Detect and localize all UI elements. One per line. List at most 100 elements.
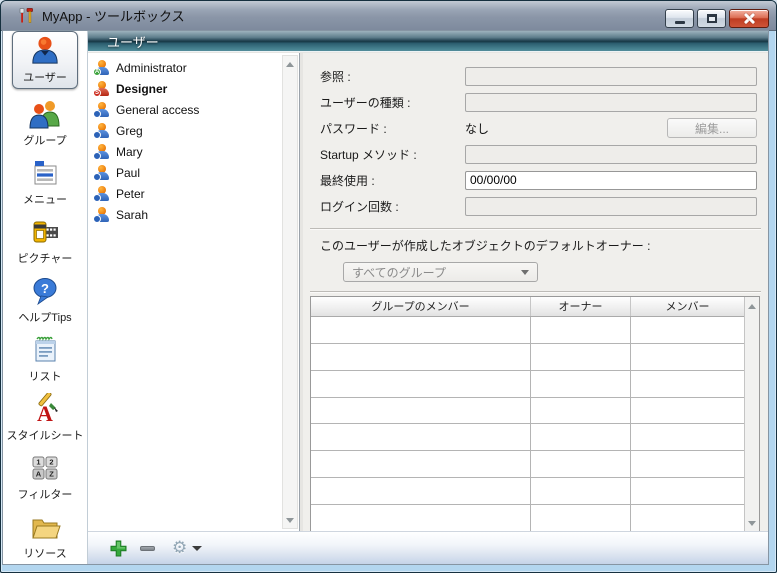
plus-icon (110, 540, 127, 557)
filter-icon: 1 2 A Z (29, 452, 61, 484)
sidebar-item-label: フィルター (18, 486, 73, 502)
user-name: Paul (116, 166, 140, 180)
table-row[interactable] (311, 451, 744, 478)
list-item-greg[interactable]: Greg (88, 120, 299, 141)
table-row[interactable] (311, 478, 744, 505)
startup-method-field (465, 145, 757, 164)
sidebar-item-groups[interactable]: グループ (3, 98, 87, 148)
table-scrollbar[interactable] (744, 297, 759, 531)
list-item-sarah[interactable]: Sarah (88, 204, 299, 225)
edit-password-button: 編集... (667, 118, 757, 138)
sidebar-item-style-sheets[interactable]: A スタイルシート (3, 393, 87, 443)
menu-icon (29, 157, 61, 189)
user-avatar-icon: A (94, 60, 109, 75)
list-item-designer[interactable]: S Designer (88, 78, 299, 99)
svg-text:A: A (36, 470, 42, 479)
user-name: Sarah (116, 208, 148, 222)
table-row[interactable] (311, 424, 744, 451)
user-avatar-icon (94, 207, 109, 222)
user-name: Peter (116, 187, 145, 201)
app-body: ユーザー グループ メニュー (3, 31, 768, 564)
picture-icon (29, 216, 61, 248)
table-row[interactable] (311, 371, 744, 398)
stylesheet-icon: A (29, 393, 61, 425)
divider (310, 291, 761, 292)
gear-icon: ⚙ (172, 540, 187, 557)
list-item-paul[interactable]: Paul (88, 162, 299, 183)
user-badge (93, 110, 101, 118)
column-header-member: メンバー (631, 297, 744, 316)
sidebar-item-pictures[interactable]: ピクチャー (3, 216, 87, 266)
sidebar-item-label: グループ (23, 132, 66, 148)
close-button[interactable] (729, 9, 769, 28)
last-used-field[interactable] (465, 171, 757, 190)
user-avatar-icon (94, 144, 109, 159)
titlebar: MyApp - ツールボックス (1, 1, 776, 31)
sidebar-item-resources[interactable]: リソース (3, 511, 87, 561)
sidebar-item-menus[interactable]: メニュー (3, 157, 87, 207)
password-value: なし (465, 120, 489, 137)
sidebar-item-label: スタイルシート (7, 427, 84, 443)
form-row-startup-method: Startup メソッド : (320, 141, 757, 167)
user-name: General access (116, 103, 199, 117)
add-user-button[interactable] (110, 540, 127, 557)
table-row[interactable] (311, 505, 744, 531)
list-item-peter[interactable]: Peter (88, 183, 299, 204)
form-row-user-type: ユーザーの種類 : (320, 89, 757, 115)
main-area: ユーザー A Administrator S Designer General … (88, 31, 768, 564)
user-list-scrollbar[interactable] (282, 55, 298, 529)
window-title: MyApp - ツールボックス (42, 6, 185, 25)
user-avatar-icon (94, 123, 109, 138)
sidebar-item-label: リスト (29, 368, 62, 384)
sidebar-item-help-tips[interactable]: ? ヘルプTips (3, 275, 87, 325)
scroll-down-icon[interactable] (283, 513, 297, 527)
actions-menu-button[interactable]: ⚙ (172, 540, 187, 557)
panel-title: ユーザー (107, 32, 159, 51)
field-label: Startup メソッド : (320, 146, 417, 163)
user-type-field (465, 93, 757, 112)
close-icon (744, 13, 755, 24)
user-badge (93, 194, 101, 202)
form-row-reference: 参照 : (320, 63, 757, 89)
list-item-general-access[interactable]: General access (88, 99, 299, 120)
list-item-mary[interactable]: Mary (88, 141, 299, 162)
user-badge (93, 152, 101, 160)
scroll-up-icon[interactable] (745, 299, 759, 313)
resource-icon (29, 511, 61, 543)
sidebar-item-filters[interactable]: 1 2 A Z フィルター (3, 452, 87, 502)
maximize-button[interactable] (697, 9, 726, 28)
table-row[interactable] (311, 398, 744, 425)
user-avatar-icon: S (94, 81, 109, 96)
scroll-up-icon[interactable] (283, 57, 297, 71)
group-members-table: グループのメンバー オーナー メンバー (310, 296, 760, 531)
app-logo-icon (18, 7, 35, 24)
table-header-row: グループのメンバー オーナー メンバー (311, 297, 744, 317)
minimize-icon (675, 21, 685, 24)
select-value: すべてのグループ (352, 264, 521, 281)
table-row[interactable] (311, 344, 744, 371)
form-row-login-count: ログイン回数 : (320, 193, 757, 219)
field-label: パスワード : (320, 120, 387, 137)
scroll-down-icon[interactable] (745, 516, 759, 530)
actions-caret-icon[interactable] (192, 546, 202, 551)
form-row-password: パスワード : なし 編集... (320, 115, 757, 141)
user-avatar-icon (94, 186, 109, 201)
field-label: 参照 : (320, 68, 351, 85)
sidebar-item-label: リソース (23, 545, 66, 561)
sidebar-item-lists[interactable]: リスト (3, 334, 87, 384)
user-name: Mary (116, 145, 143, 159)
sidebar-item-label: ピクチャー (18, 250, 73, 266)
sidebar-item-users[interactable]: ユーザー (12, 31, 78, 89)
window-controls (665, 9, 769, 28)
list-item-administrator[interactable]: A Administrator (88, 57, 299, 78)
user-name: Greg (116, 124, 143, 138)
svg-text:?: ? (41, 281, 49, 296)
svg-text:Z: Z (49, 470, 54, 479)
field-label: 最終使用 : (320, 172, 375, 189)
table-row[interactable] (311, 317, 744, 344)
bottom-toolbar: ⚙ (88, 531, 768, 564)
divider (310, 228, 761, 229)
default-owner-select: すべてのグループ (343, 262, 538, 282)
user-avatar-icon (94, 165, 109, 180)
minimize-button[interactable] (665, 9, 694, 28)
